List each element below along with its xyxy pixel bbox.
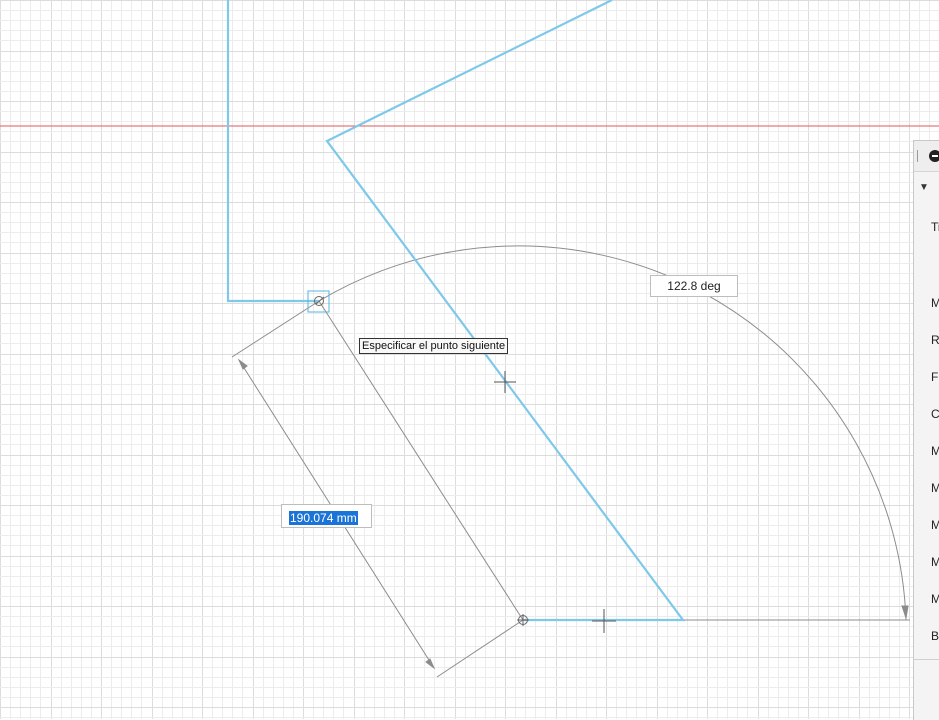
panel-row-label[interactable]: M: [931, 518, 939, 532]
collapse-icon[interactable]: [929, 150, 939, 162]
drag-handle-icon[interactable]: [917, 150, 918, 162]
sketch-palette-panel: ▼ Ti M R F C M M M M M B: [913, 140, 939, 720]
panel-row-label[interactable]: Ti: [931, 220, 939, 234]
panel-row-label[interactable]: M: [931, 444, 939, 458]
panel-divider: [914, 659, 939, 660]
dimension-arrow-end: [425, 658, 436, 670]
angle-arc: [318, 245, 907, 621]
panel-row-label[interactable]: M: [931, 481, 939, 495]
panel-row-label[interactable]: F: [931, 370, 938, 384]
panel-row-label[interactable]: R: [931, 333, 939, 347]
panel-row-label[interactable]: M: [931, 296, 939, 310]
length-value-selected[interactable]: 190.074 mm: [289, 511, 358, 525]
extension-line-start: [231, 300, 320, 358]
sketch-grid: [0, 0, 939, 719]
angle-dimension-input[interactable]: 122.8 deg: [650, 275, 738, 297]
midpoint-cross-icon: [592, 609, 616, 633]
panel-row-label[interactable]: M: [931, 592, 939, 606]
panel-row-label[interactable]: C: [931, 407, 939, 421]
panel-row-label[interactable]: M: [931, 555, 939, 569]
command-tooltip: Especificar el punto siguiente: [359, 338, 509, 354]
panel-row-label[interactable]: B: [931, 629, 939, 643]
length-dimension-input[interactable]: 190.074 mm: [281, 504, 372, 528]
panel-header: [914, 141, 939, 172]
extension-line-end: [436, 619, 524, 678]
sketch-canvas[interactable]: [0, 0, 939, 719]
expand-triangle-icon[interactable]: ▼: [919, 183, 929, 193]
